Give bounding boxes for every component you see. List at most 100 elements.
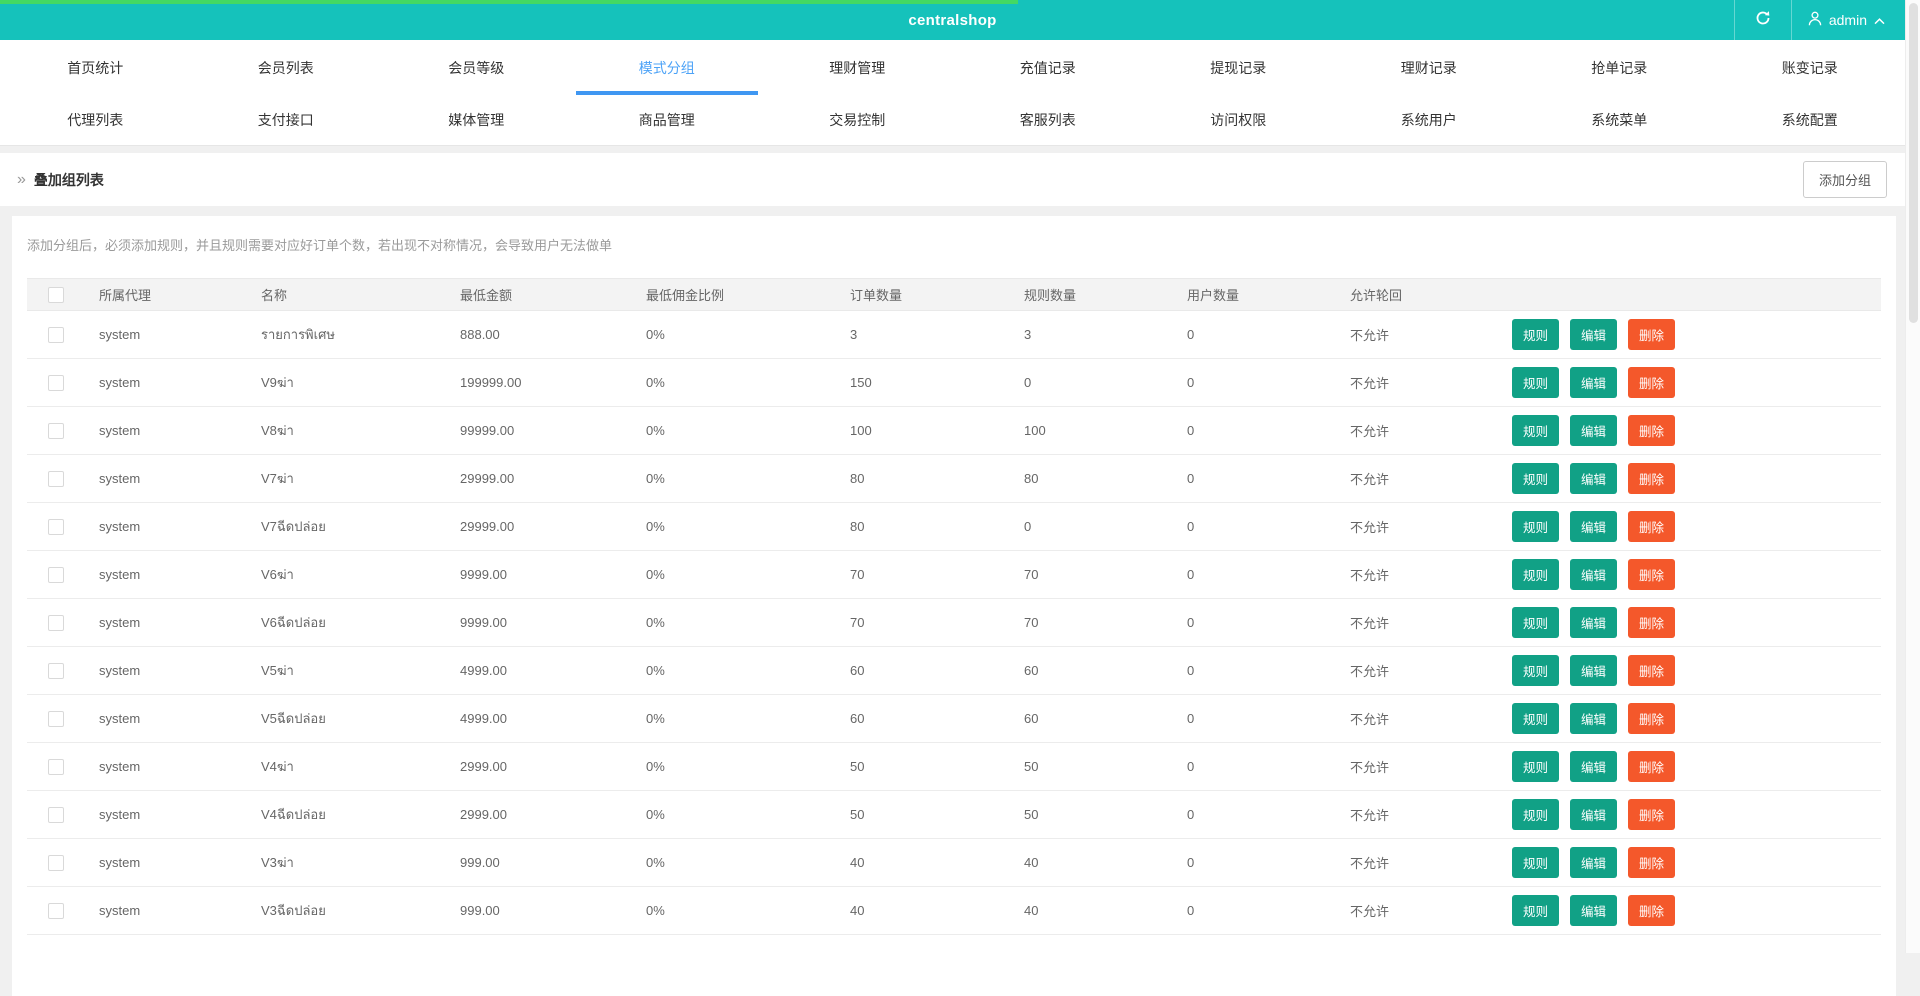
edit-button[interactable]: 编辑	[1570, 751, 1618, 782]
delete-button[interactable]: 删除	[1628, 463, 1676, 494]
nav-tab[interactable]: 系统配置	[1715, 95, 1906, 145]
cell-orders: 3	[836, 310, 1010, 359]
delete-button[interactable]: 删除	[1628, 415, 1676, 446]
cell-min-commission: 0%	[632, 502, 836, 551]
rule-button[interactable]: 规则	[1512, 847, 1560, 878]
nav-tab[interactable]: 首页统计	[0, 40, 191, 95]
select-all-checkbox[interactable]	[48, 286, 64, 303]
admin-menu[interactable]: admin	[1792, 11, 1897, 29]
rule-button[interactable]: 规则	[1512, 895, 1560, 926]
rule-button[interactable]: 规则	[1512, 655, 1560, 686]
delete-button[interactable]: 删除	[1628, 607, 1676, 638]
nav-tab[interactable]: 理财管理	[762, 40, 953, 95]
edit-button[interactable]: 编辑	[1570, 367, 1618, 398]
row-checkbox[interactable]	[48, 518, 64, 535]
nav-tab[interactable]: 会员等级	[381, 40, 572, 95]
cell-name: V6ฉีดปล่อย	[247, 598, 446, 647]
nav-tab[interactable]: 抢单记录	[1524, 40, 1715, 95]
rule-button[interactable]: 规则	[1512, 319, 1560, 350]
column-header: 名称	[247, 278, 446, 311]
scrollbar-thumb[interactable]	[1909, 3, 1918, 323]
cell-rules: 70	[1010, 550, 1173, 599]
rule-button[interactable]: 规则	[1512, 559, 1560, 590]
cell-min-commission: 0%	[632, 598, 836, 647]
row-checkbox[interactable]	[48, 566, 64, 583]
nav-tab[interactable]: 理财记录	[1334, 40, 1525, 95]
cell-agent: system	[85, 406, 247, 455]
rule-button[interactable]: 规则	[1512, 607, 1560, 638]
edit-button[interactable]: 编辑	[1570, 799, 1618, 830]
row-actions-cell: 规则 编辑 删除	[1498, 694, 1881, 743]
add-group-button[interactable]: 添加分组	[1802, 161, 1887, 198]
delete-button[interactable]: 删除	[1628, 511, 1676, 542]
cell-agent: system	[85, 742, 247, 791]
row-checkbox[interactable]	[48, 710, 64, 727]
row-checkbox[interactable]	[48, 374, 64, 391]
edit-button[interactable]: 编辑	[1570, 511, 1618, 542]
rule-button[interactable]: 规则	[1512, 799, 1560, 830]
cell-name: V6ฆ่า	[247, 550, 446, 599]
delete-button[interactable]: 删除	[1628, 655, 1676, 686]
edit-button[interactable]: 编辑	[1570, 319, 1618, 350]
rule-button[interactable]: 规则	[1512, 511, 1560, 542]
nav-tab[interactable]: 商品管理	[572, 95, 763, 145]
cell-recycle: 不允许	[1336, 646, 1498, 695]
rule-button[interactable]: 规则	[1512, 703, 1560, 734]
rule-button[interactable]: 规则	[1512, 751, 1560, 782]
row-checkbox[interactable]	[48, 422, 64, 439]
nav-tab[interactable]: 媒体管理	[381, 95, 572, 145]
edit-button[interactable]: 编辑	[1570, 655, 1618, 686]
nav-tab[interactable]: 提现记录	[1143, 40, 1334, 95]
edit-button[interactable]: 编辑	[1570, 559, 1618, 590]
nav-tab[interactable]: 系统用户	[1334, 95, 1525, 145]
edit-button[interactable]: 编辑	[1570, 895, 1618, 926]
delete-button[interactable]: 删除	[1628, 751, 1676, 782]
vertical-scrollbar[interactable]	[1905, 0, 1920, 953]
rule-button[interactable]: 规则	[1512, 415, 1560, 446]
cell-recycle: 不允许	[1336, 886, 1498, 935]
edit-button[interactable]: 编辑	[1570, 607, 1618, 638]
nav-tab[interactable]: 客服列表	[953, 95, 1144, 145]
rule-button[interactable]: 规则	[1512, 463, 1560, 494]
nav-tab[interactable]: 访问权限	[1143, 95, 1334, 145]
nav-tab[interactable]: 交易控制	[762, 95, 953, 145]
delete-button[interactable]: 删除	[1628, 895, 1676, 926]
rule-button[interactable]: 规则	[1512, 367, 1560, 398]
cell-users: 0	[1173, 454, 1336, 503]
row-checkbox-cell	[27, 358, 85, 407]
row-checkbox[interactable]	[48, 758, 64, 775]
nav-tab[interactable]: 账变记录	[1715, 40, 1906, 95]
row-checkbox[interactable]	[48, 326, 64, 343]
row-checkbox[interactable]	[48, 470, 64, 487]
nav-tab[interactable]: 支付接口	[191, 95, 382, 145]
cell-min-amount: 29999.00	[446, 454, 632, 503]
delete-button[interactable]: 删除	[1628, 847, 1676, 878]
delete-button[interactable]: 删除	[1628, 319, 1676, 350]
cell-min-amount: 999.00	[446, 886, 632, 935]
nav-tab[interactable]: 系统菜单	[1524, 95, 1715, 145]
delete-button[interactable]: 删除	[1628, 703, 1676, 734]
row-checkbox[interactable]	[48, 806, 64, 823]
delete-button[interactable]: 删除	[1628, 559, 1676, 590]
nav-tab[interactable]: 代理列表	[0, 95, 191, 145]
row-checkbox[interactable]	[48, 854, 64, 871]
row-checkbox[interactable]	[48, 902, 64, 919]
row-checkbox[interactable]	[48, 662, 64, 679]
nav-tab[interactable]: 充值记录	[953, 40, 1144, 95]
nav-tab[interactable]: 会员列表	[191, 40, 382, 95]
cell-rules: 0	[1010, 502, 1173, 551]
refresh-button[interactable]	[1733, 0, 1792, 40]
edit-button[interactable]: 编辑	[1570, 703, 1618, 734]
row-checkbox[interactable]	[48, 614, 64, 631]
main-nav: 首页统计 会员列表 会员等级 模式分组 理财管理 充值记录 提现记录 理财记录 抢单记录 账变记录…	[0, 40, 1905, 146]
edit-button[interactable]: 编辑	[1570, 463, 1618, 494]
cell-min-amount: 4999.00	[446, 694, 632, 743]
cell-min-amount: 888.00	[446, 310, 632, 359]
edit-button[interactable]: 编辑	[1570, 415, 1618, 446]
edit-button[interactable]: 编辑	[1570, 847, 1618, 878]
cell-name: V5ฆ่า	[247, 646, 446, 695]
nav-tab-active[interactable]: 模式分组	[572, 40, 763, 95]
table-row: system V3ฆ่า 999.00 0% 40 40 0 不允许 规则 编辑 删除	[27, 838, 1881, 887]
delete-button[interactable]: 删除	[1628, 799, 1676, 830]
delete-button[interactable]: 删除	[1628, 367, 1676, 398]
